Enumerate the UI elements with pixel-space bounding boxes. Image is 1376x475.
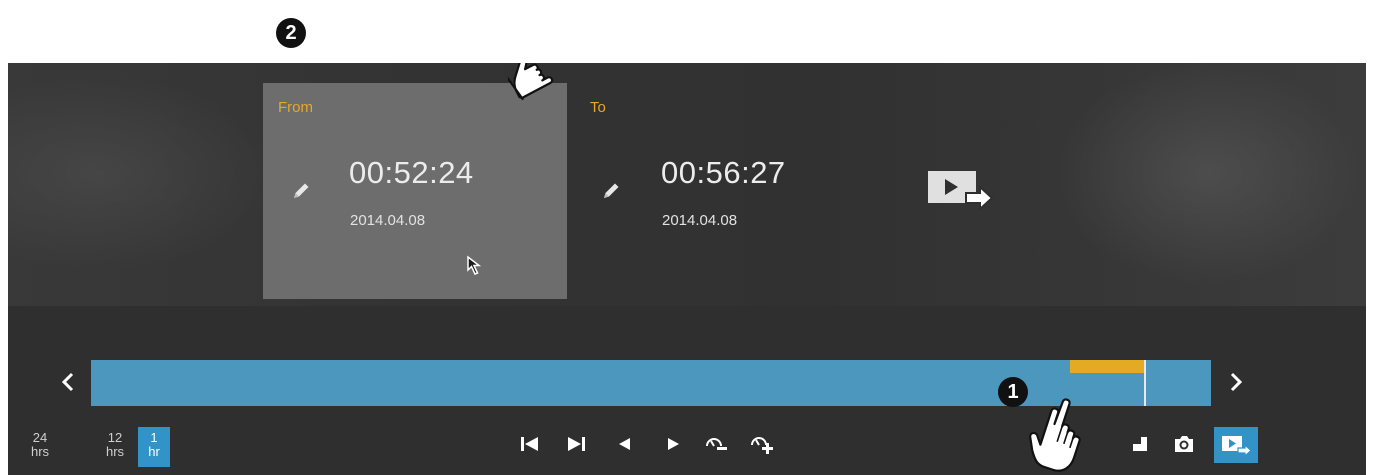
timescale-value: 12 (107, 430, 123, 445)
skip-start-icon[interactable] (517, 433, 543, 455)
from-time: 00:52:24 (349, 155, 474, 190)
pencil-icon[interactable] (290, 180, 312, 202)
timescale-1hr-button[interactable]: 1 hr (138, 427, 170, 467)
timescale-value: 24 (32, 430, 48, 445)
mouse-cursor-icon (467, 255, 482, 275)
callout-badge-1: 1 (998, 377, 1028, 407)
to-date: 2014.04.08 (662, 212, 738, 229)
timeline-selection[interactable] (1070, 360, 1144, 373)
timescale-unit: hrs (30, 444, 50, 459)
export-clip-button[interactable] (1214, 427, 1258, 463)
pip-icon[interactable] (1126, 430, 1154, 458)
timescale-24hrs-button[interactable]: 24 hrs (24, 427, 56, 467)
step-back-icon[interactable] (612, 433, 638, 455)
playback-panel: From 00:52:24 2014.04.08 To 00:56:27 201… (8, 63, 1366, 475)
to-label: To (590, 99, 606, 116)
timescale-unit: hr (148, 444, 160, 459)
timeline-prev-arrow[interactable] (60, 372, 76, 392)
timescale-unit: hrs (105, 444, 125, 459)
timescale-value: 1 (150, 430, 158, 445)
timescale-12hrs-button[interactable]: 12 hrs (99, 427, 131, 467)
snapshot-icon[interactable] (1170, 430, 1198, 458)
timeline-playhead[interactable] (1144, 360, 1146, 406)
export-clip-icon (1222, 436, 1252, 458)
timeline-next-arrow[interactable] (1228, 372, 1244, 392)
skip-end-icon[interactable] (563, 433, 589, 455)
export-icon[interactable] (926, 167, 998, 213)
speed-up-icon[interactable] (749, 432, 775, 454)
from-label: From (278, 99, 313, 116)
speed-down-icon[interactable] (704, 432, 730, 454)
to-time: 00:56:27 (661, 155, 786, 190)
hand-pointer-icon (1029, 398, 1081, 472)
hand-pointer-icon (508, 63, 554, 101)
play-icon[interactable] (660, 433, 686, 455)
callout-badge-2: 2 (276, 18, 306, 48)
pencil-icon[interactable] (600, 180, 622, 202)
from-date: 2014.04.08 (350, 212, 426, 229)
